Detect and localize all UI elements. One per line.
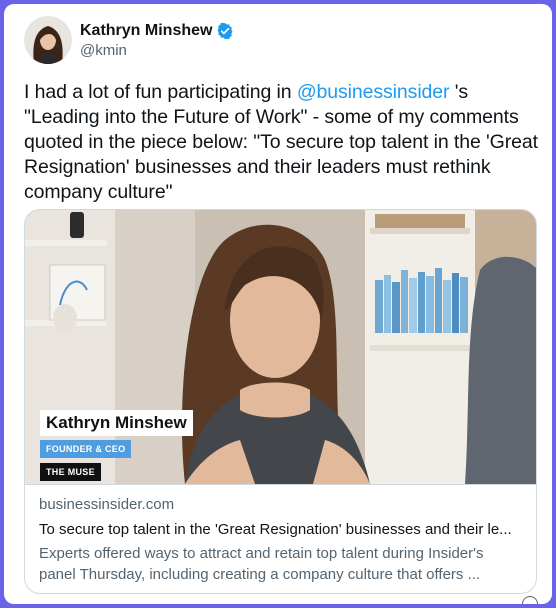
lower-third-role: FOUNDER & CEO	[40, 440, 132, 458]
card-domain: businessinsider.com	[39, 496, 175, 513]
tweet-header: Kathryn Minshew @kmin	[24, 16, 234, 64]
lower-third-company: THE MUSE	[40, 463, 101, 481]
video-lower-third: Kathryn Minshew FOUNDER & CEO THE MUSE	[40, 410, 193, 481]
card-description: Experts offered ways to attract and reta…	[39, 545, 484, 583]
tweet-text: I had a lot of fun participating in @bus…	[24, 80, 544, 205]
author-handle[interactable]: @kmin	[80, 42, 234, 59]
link-preview-card[interactable]: Kathryn Minshew FOUNDER & CEO THE MUSE b…	[24, 209, 537, 594]
card-video-thumbnail[interactable]: Kathryn Minshew FOUNDER & CEO THE MUSE	[25, 210, 536, 484]
lower-third-name: Kathryn Minshew	[40, 410, 193, 436]
author-display-name[interactable]: Kathryn Minshew	[80, 22, 212, 40]
card-info[interactable]: businessinsider.com To secure top talent…	[25, 484, 536, 593]
tweet-text-before: I had a lot of fun participating in	[24, 81, 297, 103]
author-names: Kathryn Minshew @kmin	[80, 22, 234, 59]
verified-badge-icon	[216, 22, 234, 40]
mention-link[interactable]: @businessinsider	[297, 81, 450, 103]
card-title[interactable]: To secure top talent in the 'Great Resig…	[39, 519, 522, 541]
avatar[interactable]	[24, 16, 72, 64]
info-icon[interactable]	[522, 596, 538, 604]
tweet-card[interactable]: Kathryn Minshew @kmin I had a lot of fun…	[4, 4, 552, 604]
